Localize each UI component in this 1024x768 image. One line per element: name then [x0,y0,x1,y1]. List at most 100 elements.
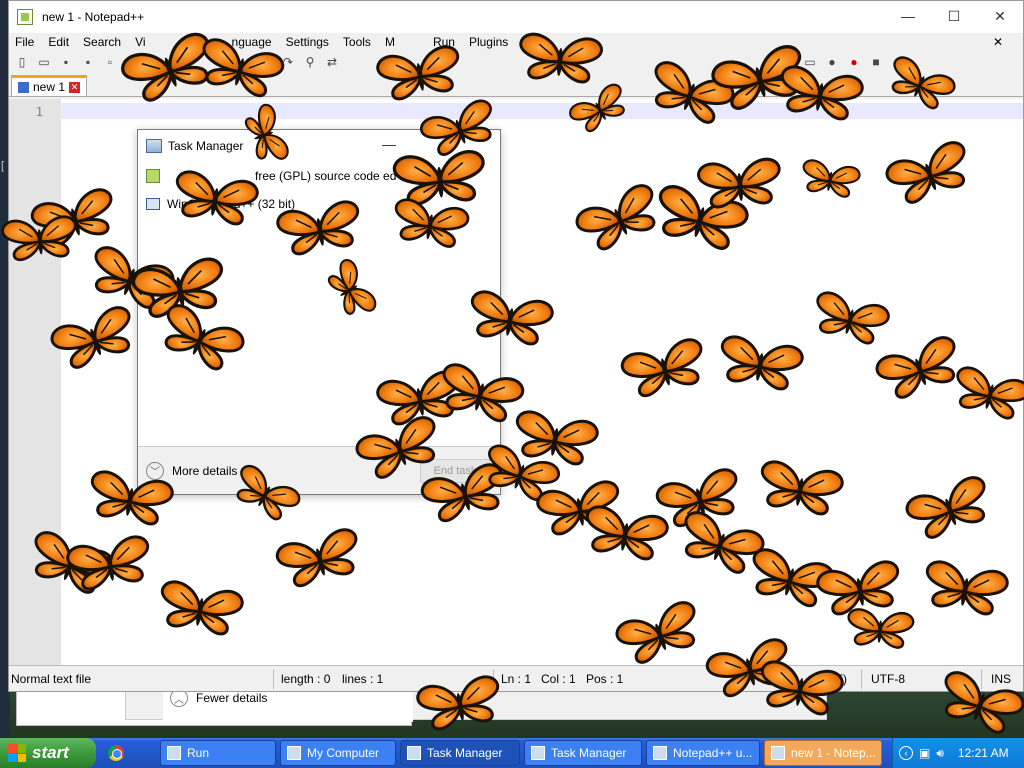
window-controls: — ☐ ✕ [885,1,1023,31]
menu-plugins[interactable]: Plugins [469,35,508,49]
task-manager-icon [531,746,545,760]
run-icon [167,746,181,760]
start-button[interactable]: start [0,738,96,768]
line-number: 1 [35,105,43,119]
tab-close-icon[interactable]: ✕ [69,81,81,93]
system-tray: ‹ ▣ 🔊︎ 12:21 AM [892,738,1024,768]
menu-settings[interactable]: Settings [286,35,329,49]
volume-icon[interactable]: 🔊︎ [936,746,944,761]
tab-bar: new 1 ✕ [9,73,1023,97]
window-title: new 1 - Notepad++ [42,10,145,24]
open-file-icon[interactable]: ▭ [35,53,53,71]
task-manager-title: Task Manager [168,139,244,153]
menu-file[interactable]: File [15,35,34,49]
redo-icon[interactable]: ↷ [279,53,297,71]
status-separator [861,669,862,689]
menu-macro[interactable]: M [385,35,395,49]
notepad-app-icon [17,9,33,25]
taskbar-button-notepadpp-updater[interactable]: Notepad++ u... [646,740,760,766]
wingup-icon [146,198,160,210]
chevron-down-icon[interactable]: ﹀ [146,461,164,480]
clock[interactable]: 12:21 AM [958,746,1009,760]
close-file-icon[interactable]: ▫ [101,53,119,71]
status-eol: R LF) [817,672,847,686]
status-separator [493,669,494,689]
status-separator [981,669,982,689]
taskbar-button-label: Task Manager [427,746,503,760]
notepad-icon [771,746,785,760]
start-label: start [32,743,69,762]
fewer-details-label: Fewer details [196,691,268,705]
taskbar-button-new1-notepad[interactable]: new 1 - Notep... [764,740,882,766]
notepad-icon [653,746,667,760]
floppy-icon [18,81,29,93]
save-all-icon[interactable]: ▪ [79,53,97,71]
taskbar-button-run[interactable]: Run [160,740,276,766]
process-name: WinGup epad++ (32 bit) [167,197,296,211]
status-ln: Ln : 1 [501,672,532,686]
chrome-icon[interactable] [108,745,124,761]
title-bar[interactable]: new 1 - Notepad++ — ☐ ✕ [9,1,1023,33]
status-encoding: UTF-8 [871,672,905,686]
stop-macro-icon[interactable]: ■ [867,53,885,71]
tab-new-1[interactable]: new 1 ✕ [11,75,88,96]
menu-bar: File Edit Search Vi nguage Settings Tool… [9,33,1023,51]
line-number-gutter: 1 [9,99,61,665]
record-macro-icon[interactable]: ● [845,53,863,71]
status-length: length : 0 [281,672,331,686]
process-row[interactable]: free (GPL) source code ed [138,162,500,190]
menu-run[interactable]: Run [433,35,455,49]
monitor-icon[interactable]: ● [823,53,841,71]
taskbar-button-label: Task Manager [551,746,627,760]
menu-view[interactable]: Vi [135,35,145,49]
taskbar-button-label: Run [187,746,210,760]
replace-icon[interactable]: ⇄ [323,53,341,71]
minimize-button[interactable]: — [885,1,931,31]
process-row[interactable]: WinGup epad++ (32 bit) [138,190,500,218]
print-icon[interactable]: ⎙ [123,53,141,71]
notepad-icon [146,169,160,183]
status-separator [273,669,274,689]
task-manager-icon [146,139,162,153]
new-file-icon[interactable]: ▯ [13,53,31,71]
menu-edit[interactable]: Edit [48,35,69,49]
task-manager-footer: ﹀ More details End task [138,446,500,494]
status-col: Col : 1 [541,672,576,686]
task-manager-window: Task Manager — free (GPL) source code ed… [137,129,501,495]
network-icon[interactable]: ▣ [919,746,930,760]
status-lines: lines : 1 [342,672,384,686]
folder-icon[interactable]: ▭ [801,53,819,71]
minimize-button[interactable]: — [382,136,396,152]
menu-tools[interactable]: Tools [343,35,371,49]
end-task-button[interactable]: End task [420,459,490,483]
menu-search[interactable]: Search [83,35,121,49]
menu-language[interactable]: nguage [232,35,272,49]
taskbar: start Run My Computer Task Manager Task … [0,738,1024,768]
close-document-icon[interactable]: ✕ [993,35,1003,49]
taskbar-button-label: My Computer [307,746,380,760]
taskbar-button-label: new 1 - Notep... [791,746,876,760]
find-icon[interactable]: ⚲ [301,53,319,71]
task-manager-titlebar[interactable]: Task Manager [138,130,500,162]
function-list-icon[interactable]: ƒ [779,53,797,71]
taskbar-button-my-computer[interactable]: My Computer [280,740,396,766]
show-hidden-icons-icon[interactable]: ‹ [899,746,913,760]
toolbar: ▯ ▭ ▪ ▪ ▫ ⎙ ↷ ⚲ ⇄ ƒ ▭ ● ● ■ [9,51,1023,73]
status-file-type: Normal text file [11,672,92,686]
maximize-button[interactable]: ☐ [931,1,977,31]
computer-icon [287,746,301,760]
save-icon[interactable]: ▪ [57,53,75,71]
windows-flag-icon [8,744,26,762]
taskbar-button-task-manager-2[interactable]: Task Manager [524,740,642,766]
taskbar-button-task-manager[interactable]: Task Manager [400,740,520,766]
status-insert-mode: INS [991,672,1012,686]
status-bar: Normal text file length : 0 lines : 1 Ln… [9,665,1023,691]
taskbar-button-label: Notepad++ u... [673,746,753,760]
more-details-link[interactable]: More details [172,464,237,478]
process-name: free (GPL) source code ed [255,169,397,183]
tab-label: new 1 [33,80,66,94]
close-button[interactable]: ✕ [977,1,1023,31]
current-line-highlight [61,103,1023,119]
task-manager-icon [407,746,421,760]
status-pos: Pos : 1 [586,672,624,686]
